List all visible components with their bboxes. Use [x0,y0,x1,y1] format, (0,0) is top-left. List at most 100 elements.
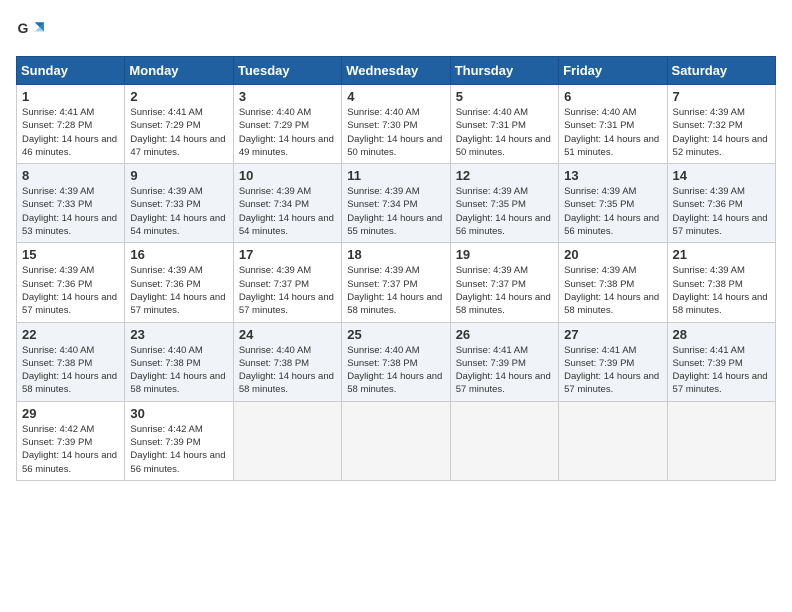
day-number: 17 [239,247,336,262]
day-number: 29 [22,406,119,421]
calendar-cell: 12 Sunrise: 4:39 AMSunset: 7:35 PMDaylig… [450,164,558,243]
day-number: 5 [456,89,553,104]
day-number: 4 [347,89,444,104]
day-number: 19 [456,247,553,262]
day-info: Sunrise: 4:40 AMSunset: 7:31 PMDaylight:… [456,107,551,158]
day-number: 7 [673,89,770,104]
day-number: 26 [456,327,553,342]
day-info: Sunrise: 4:42 AMSunset: 7:39 PMDaylight:… [22,424,117,475]
day-number: 15 [22,247,119,262]
calendar-cell: 19 Sunrise: 4:39 AMSunset: 7:37 PMDaylig… [450,243,558,322]
calendar-cell: 18 Sunrise: 4:39 AMSunset: 7:37 PMDaylig… [342,243,450,322]
calendar-cell: 28 Sunrise: 4:41 AMSunset: 7:39 PMDaylig… [667,322,775,401]
day-header-tuesday: Tuesday [233,57,341,85]
day-number: 21 [673,247,770,262]
day-number: 25 [347,327,444,342]
day-info: Sunrise: 4:41 AMSunset: 7:39 PMDaylight:… [564,345,659,396]
day-number: 3 [239,89,336,104]
day-info: Sunrise: 4:40 AMSunset: 7:38 PMDaylight:… [130,345,225,396]
calendar-cell [667,401,775,480]
day-number: 10 [239,168,336,183]
day-info: Sunrise: 4:40 AMSunset: 7:30 PMDaylight:… [347,107,442,158]
calendar-cell: 15 Sunrise: 4:39 AMSunset: 7:36 PMDaylig… [17,243,125,322]
day-number: 30 [130,406,227,421]
day-info: Sunrise: 4:40 AMSunset: 7:29 PMDaylight:… [239,107,334,158]
calendar-cell: 13 Sunrise: 4:39 AMSunset: 7:35 PMDaylig… [559,164,667,243]
day-info: Sunrise: 4:42 AMSunset: 7:39 PMDaylight:… [130,424,225,475]
day-info: Sunrise: 4:39 AMSunset: 7:34 PMDaylight:… [239,186,334,237]
day-info: Sunrise: 4:39 AMSunset: 7:35 PMDaylight:… [456,186,551,237]
calendar-cell: 11 Sunrise: 4:39 AMSunset: 7:34 PMDaylig… [342,164,450,243]
calendar-cell: 30 Sunrise: 4:42 AMSunset: 7:39 PMDaylig… [125,401,233,480]
calendar-cell: 24 Sunrise: 4:40 AMSunset: 7:38 PMDaylig… [233,322,341,401]
day-number: 20 [564,247,661,262]
day-info: Sunrise: 4:41 AMSunset: 7:39 PMDaylight:… [673,345,768,396]
day-info: Sunrise: 4:39 AMSunset: 7:37 PMDaylight:… [347,265,442,316]
calendar-cell: 21 Sunrise: 4:39 AMSunset: 7:38 PMDaylig… [667,243,775,322]
day-header-saturday: Saturday [667,57,775,85]
day-info: Sunrise: 4:39 AMSunset: 7:37 PMDaylight:… [239,265,334,316]
calendar-week-5: 29 Sunrise: 4:42 AMSunset: 7:39 PMDaylig… [17,401,776,480]
calendar-cell: 2 Sunrise: 4:41 AMSunset: 7:29 PMDayligh… [125,85,233,164]
day-header-friday: Friday [559,57,667,85]
day-info: Sunrise: 4:40 AMSunset: 7:31 PMDaylight:… [564,107,659,158]
calendar-cell: 9 Sunrise: 4:39 AMSunset: 7:33 PMDayligh… [125,164,233,243]
day-number: 11 [347,168,444,183]
calendar-cell: 26 Sunrise: 4:41 AMSunset: 7:39 PMDaylig… [450,322,558,401]
day-info: Sunrise: 4:39 AMSunset: 7:37 PMDaylight:… [456,265,551,316]
day-info: Sunrise: 4:41 AMSunset: 7:39 PMDaylight:… [456,345,551,396]
calendar-cell: 10 Sunrise: 4:39 AMSunset: 7:34 PMDaylig… [233,164,341,243]
day-number: 22 [22,327,119,342]
day-info: Sunrise: 4:39 AMSunset: 7:35 PMDaylight:… [564,186,659,237]
logo: G [16,16,48,44]
day-number: 24 [239,327,336,342]
day-number: 14 [673,168,770,183]
page-header: G [16,16,776,44]
calendar-cell: 25 Sunrise: 4:40 AMSunset: 7:38 PMDaylig… [342,322,450,401]
calendar-cell [559,401,667,480]
day-number: 1 [22,89,119,104]
calendar-header-row: SundayMondayTuesdayWednesdayThursdayFrid… [17,57,776,85]
calendar-cell [450,401,558,480]
calendar-cell: 4 Sunrise: 4:40 AMSunset: 7:30 PMDayligh… [342,85,450,164]
day-info: Sunrise: 4:40 AMSunset: 7:38 PMDaylight:… [239,345,334,396]
calendar-cell: 22 Sunrise: 4:40 AMSunset: 7:38 PMDaylig… [17,322,125,401]
calendar-week-1: 1 Sunrise: 4:41 AMSunset: 7:28 PMDayligh… [17,85,776,164]
day-info: Sunrise: 4:39 AMSunset: 7:36 PMDaylight:… [22,265,117,316]
calendar-cell: 8 Sunrise: 4:39 AMSunset: 7:33 PMDayligh… [17,164,125,243]
day-info: Sunrise: 4:41 AMSunset: 7:29 PMDaylight:… [130,107,225,158]
day-number: 16 [130,247,227,262]
svg-text:G: G [18,20,29,36]
day-info: Sunrise: 4:39 AMSunset: 7:32 PMDaylight:… [673,107,768,158]
calendar-cell: 27 Sunrise: 4:41 AMSunset: 7:39 PMDaylig… [559,322,667,401]
calendar-week-2: 8 Sunrise: 4:39 AMSunset: 7:33 PMDayligh… [17,164,776,243]
calendar-cell [233,401,341,480]
day-info: Sunrise: 4:39 AMSunset: 7:33 PMDaylight:… [22,186,117,237]
calendar-cell: 1 Sunrise: 4:41 AMSunset: 7:28 PMDayligh… [17,85,125,164]
calendar-cell: 20 Sunrise: 4:39 AMSunset: 7:38 PMDaylig… [559,243,667,322]
day-info: Sunrise: 4:39 AMSunset: 7:34 PMDaylight:… [347,186,442,237]
calendar-cell [342,401,450,480]
day-number: 27 [564,327,661,342]
day-info: Sunrise: 4:39 AMSunset: 7:38 PMDaylight:… [673,265,768,316]
calendar-cell: 23 Sunrise: 4:40 AMSunset: 7:38 PMDaylig… [125,322,233,401]
calendar-week-3: 15 Sunrise: 4:39 AMSunset: 7:36 PMDaylig… [17,243,776,322]
day-info: Sunrise: 4:39 AMSunset: 7:38 PMDaylight:… [564,265,659,316]
day-info: Sunrise: 4:40 AMSunset: 7:38 PMDaylight:… [347,345,442,396]
day-header-wednesday: Wednesday [342,57,450,85]
day-number: 2 [130,89,227,104]
day-info: Sunrise: 4:41 AMSunset: 7:28 PMDaylight:… [22,107,117,158]
calendar-cell: 7 Sunrise: 4:39 AMSunset: 7:32 PMDayligh… [667,85,775,164]
day-number: 28 [673,327,770,342]
calendar-cell: 17 Sunrise: 4:39 AMSunset: 7:37 PMDaylig… [233,243,341,322]
day-header-monday: Monday [125,57,233,85]
calendar-cell: 3 Sunrise: 4:40 AMSunset: 7:29 PMDayligh… [233,85,341,164]
day-info: Sunrise: 4:39 AMSunset: 7:36 PMDaylight:… [673,186,768,237]
day-number: 6 [564,89,661,104]
day-info: Sunrise: 4:40 AMSunset: 7:38 PMDaylight:… [22,345,117,396]
day-number: 13 [564,168,661,183]
day-info: Sunrise: 4:39 AMSunset: 7:36 PMDaylight:… [130,265,225,316]
day-number: 9 [130,168,227,183]
calendar-week-4: 22 Sunrise: 4:40 AMSunset: 7:38 PMDaylig… [17,322,776,401]
calendar-cell: 14 Sunrise: 4:39 AMSunset: 7:36 PMDaylig… [667,164,775,243]
